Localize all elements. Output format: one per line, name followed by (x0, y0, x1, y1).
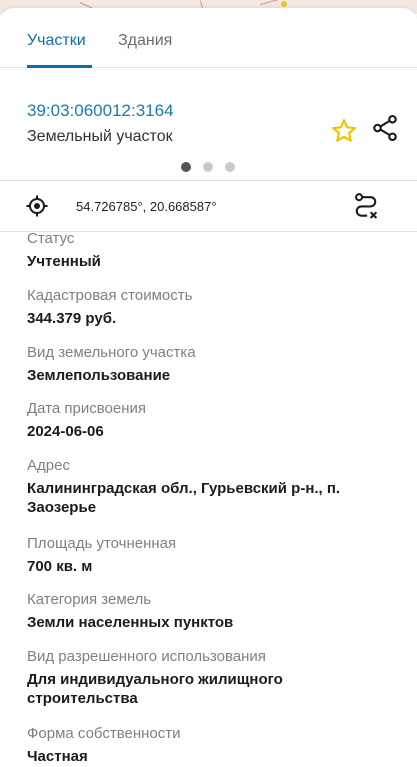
page-dot-1[interactable] (181, 162, 191, 172)
coordinates-text[interactable]: 54.726785°, 20.668587° (76, 199, 217, 214)
field-assignment-date: Дата присвоения 2024-06-06 (27, 400, 397, 441)
field-label: Статус (27, 230, 75, 247)
field-value: 2024-06-06 (27, 423, 104, 440)
field-label: Площадь уточненная (27, 535, 177, 552)
field-value: Для индивидуального жилищного строительс… (27, 671, 283, 707)
field-area: Площадь уточненная 700 кв. м (27, 535, 397, 576)
field-value: Земли населенных пунктов (27, 614, 234, 631)
field-label: Категория земель (27, 591, 152, 608)
field-label: Форма собственности (27, 725, 181, 742)
field-label: Вид земельного участка (27, 344, 196, 361)
field-cadastral-value: Кадастровая стоимость 344.379 руб. (27, 287, 397, 328)
target-icon[interactable] (25, 194, 49, 218)
field-value: Учтенный (27, 253, 101, 270)
route-icon[interactable] (352, 192, 380, 222)
star-icon[interactable] (330, 117, 358, 145)
field-permitted-use: Вид разрешенного использования Для индив… (27, 648, 397, 708)
tab-bar: Участки Здания (0, 8, 417, 68)
field-land-category: Категория земель Земли населенных пункто… (27, 591, 397, 632)
tab-buildings[interactable]: Здания (118, 32, 172, 50)
cadastral-number[interactable]: 39:03:060012:3164 (27, 101, 174, 121)
page-dot-3[interactable] (225, 162, 235, 172)
object-type: Земельный участок (27, 128, 173, 145)
map-parcel-boundary (259, 0, 299, 5)
field-value: 344.379 руб. (27, 310, 117, 327)
field-label: Адрес (27, 457, 70, 474)
field-value: Калининградская обл., Гурьевский р-н., п… (27, 480, 341, 516)
field-value: Частная (27, 748, 88, 765)
field-label: Кадастровая стоимость (27, 287, 193, 304)
field-address: Адрес Калининградская обл., Гурьевский р… (27, 457, 397, 517)
field-parcel-kind: Вид земельного участка Землепользование (27, 344, 397, 385)
field-label: Вид разрешенного использования (27, 648, 266, 665)
field-value: 700 кв. м (27, 558, 93, 575)
page-indicator (0, 162, 417, 174)
field-status: Статус Учтенный (27, 230, 397, 271)
share-icon[interactable] (370, 113, 400, 143)
field-label: Дата присвоения (27, 400, 146, 417)
parcel-info-sheet: Участки Здания 39:03:060012:3164 Земельн… (0, 8, 417, 767)
page-dot-2[interactable] (203, 162, 213, 172)
field-value: Землепользование (27, 367, 171, 384)
tab-parcels[interactable]: Участки (27, 32, 86, 50)
active-tab-indicator (27, 65, 92, 68)
field-ownership: Форма собственности Частная (27, 725, 397, 766)
map-marker (281, 1, 287, 7)
coordinates-bar: 54.726785°, 20.668587° (0, 180, 417, 232)
